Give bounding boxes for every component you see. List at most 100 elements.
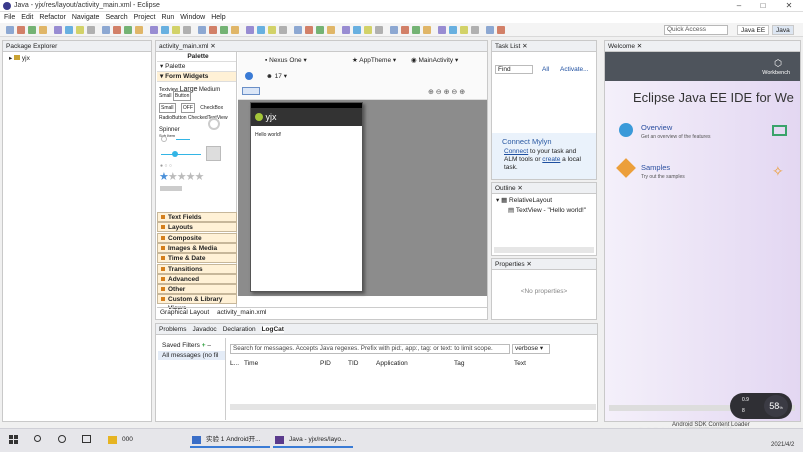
toolbar-button-icon[interactable] xyxy=(342,26,350,34)
logcat-column-header[interactable]: Time xyxy=(244,360,258,367)
tab-xml-source[interactable]: activity_main.xml xyxy=(214,309,269,316)
outline-tab[interactable]: Outline ✕ xyxy=(492,183,596,194)
toolbar-button-icon[interactable] xyxy=(449,26,457,34)
task-find-input[interactable]: Find xyxy=(495,65,533,74)
task-list-tab[interactable]: Task List ✕ xyxy=(492,41,596,52)
toolbar-button-icon[interactable] xyxy=(279,26,287,34)
toolbar-button-icon[interactable] xyxy=(65,26,73,34)
toggle-bar[interactable] xyxy=(160,186,182,191)
toolbar-button-icon[interactable] xyxy=(497,26,505,34)
windows-start-icon[interactable] xyxy=(9,435,18,444)
samples-link[interactable]: Samples xyxy=(641,163,670,172)
toolbar-button-icon[interactable] xyxy=(471,26,479,34)
editor-tab-activity-main[interactable]: activity_main.xml ✕ xyxy=(156,41,487,52)
logcat-search-input[interactable]: Search for messages. Accepts Java regexe… xyxy=(230,344,510,354)
logcat-column-header[interactable]: Tag xyxy=(454,360,464,367)
logcat-scrollbar[interactable] xyxy=(230,404,596,410)
toolbar-button-icon[interactable] xyxy=(124,26,132,34)
logcat-column-header[interactable]: TID xyxy=(348,360,358,367)
cortana-icon[interactable] xyxy=(58,435,66,443)
toolbar-button-icon[interactable] xyxy=(87,26,95,34)
menu-help[interactable]: Help xyxy=(211,14,225,21)
task-activate-link[interactable]: Activate... xyxy=(560,66,589,73)
toolbar-button-icon[interactable] xyxy=(486,26,494,34)
outline-root[interactable]: ▾ ▦ RelativeLayout xyxy=(492,194,596,206)
all-messages-filter[interactable]: All messages (no fil xyxy=(158,351,225,360)
toolbar-button-icon[interactable] xyxy=(76,26,84,34)
quick-access-input[interactable]: Quick Access xyxy=(664,25,728,35)
workbench-link[interactable]: Workbench xyxy=(762,70,790,76)
project-item-yjx[interactable]: ▸ yjx xyxy=(3,52,151,62)
overview-link[interactable]: Overview xyxy=(641,123,672,132)
samples-icon[interactable] xyxy=(616,158,636,178)
task-view-icon[interactable] xyxy=(82,435,91,443)
api-level-dropdown[interactable]: ☻ 17 ▾ xyxy=(266,72,287,80)
connect-link[interactable]: Connect xyxy=(504,148,528,155)
toolbar-button-icon[interactable] xyxy=(268,26,276,34)
seekbar-widget[interactable] xyxy=(161,154,201,155)
toolbar-button-icon[interactable] xyxy=(198,26,206,34)
toolbar-button-icon[interactable] xyxy=(257,26,265,34)
close-icon[interactable]: ✕ xyxy=(780,1,798,11)
toolbar-button-icon[interactable] xyxy=(172,26,180,34)
palette-category[interactable]: Time & Date xyxy=(157,253,237,264)
bottom-tab-declaration[interactable]: Declaration xyxy=(223,326,256,333)
outline-scrollbar[interactable] xyxy=(494,247,594,253)
progress-circle-icon[interactable] xyxy=(208,118,220,130)
progress-bar-widget[interactable] xyxy=(176,139,190,140)
toolbar-button-icon[interactable] xyxy=(150,26,158,34)
logcat-column-header[interactable]: L... xyxy=(230,360,239,367)
toolbar-button-icon[interactable] xyxy=(412,26,420,34)
toolbar-button-icon[interactable] xyxy=(113,26,121,34)
create-link[interactable]: create xyxy=(542,156,560,163)
outline-child[interactable]: ▤ TextView - "Hello world!" xyxy=(492,206,596,214)
remove-filter-icon[interactable]: – xyxy=(207,342,211,349)
tab-graphical-layout[interactable]: Graphical Layout xyxy=(157,309,213,316)
toolbar-button-icon[interactable] xyxy=(353,26,361,34)
hello-textview[interactable]: Hello world! xyxy=(251,126,362,144)
toolbar-button-icon[interactable] xyxy=(375,26,383,34)
toolbar-button-icon[interactable] xyxy=(6,26,14,34)
toolbar-button-icon[interactable] xyxy=(220,26,228,34)
toolbar-button-icon[interactable] xyxy=(364,26,372,34)
widget-sizes-row[interactable]: Textview Large Medium Small Button xyxy=(157,82,236,103)
search-icon[interactable] xyxy=(34,435,41,442)
toolbar-button-icon[interactable] xyxy=(39,26,47,34)
menu-navigate[interactable]: Navigate xyxy=(72,14,100,21)
bottom-tab-javadoc[interactable]: Javadoc xyxy=(192,326,216,333)
menu-file[interactable]: File xyxy=(4,14,15,21)
theme-dropdown[interactable]: ★ AppTheme ▾ xyxy=(352,56,396,64)
taskbar-item[interactable]: Java - yjx/res/layo... xyxy=(273,432,353,448)
palette-category[interactable]: Composite xyxy=(157,232,237,243)
palette-category[interactable]: Custom & Library Views xyxy=(157,294,237,312)
toolbar-button-icon[interactable] xyxy=(316,26,324,34)
perspective-java[interactable]: Java xyxy=(772,25,794,35)
layout-actions[interactable] xyxy=(242,87,260,95)
whats-new-icon[interactable]: ✧ xyxy=(772,163,784,180)
welcome-tab[interactable]: Welcome ✕ xyxy=(605,41,800,52)
zoom-controls[interactable]: ⊕ ⊖ ⊕ ⊖ ⊕ xyxy=(428,88,465,96)
toolbar-button-icon[interactable] xyxy=(161,26,169,34)
palette-category[interactable]: Layouts xyxy=(157,222,237,233)
toolbar-button-icon[interactable] xyxy=(305,26,313,34)
palette-category[interactable]: Other xyxy=(157,284,237,295)
package-explorer-tab[interactable]: Package Explorer xyxy=(3,41,151,52)
device-dropdown[interactable]: ▪ Nexus One ▾ xyxy=(265,56,307,64)
progress-small-icon[interactable] xyxy=(161,136,167,142)
toolbar-button-icon[interactable] xyxy=(327,26,335,34)
minimize-icon[interactable]: – xyxy=(730,1,748,11)
radio-row[interactable]: RadioButton CheckedTextView xyxy=(157,113,236,123)
menu-refactor[interactable]: Refactor xyxy=(39,14,65,21)
small-widgets-row[interactable]: Small OFF CheckBox xyxy=(157,103,236,113)
logcat-column-header[interactable]: Text xyxy=(514,360,526,367)
toolbar-button-icon[interactable] xyxy=(209,26,217,34)
locale-icon[interactable] xyxy=(245,72,253,80)
menu-project[interactable]: Project xyxy=(134,14,156,21)
toolbar-button-icon[interactable] xyxy=(28,26,36,34)
palette-category[interactable]: Transitions xyxy=(157,263,237,274)
toolbar-button-icon[interactable] xyxy=(54,26,62,34)
taskbar-item[interactable]: 000 xyxy=(106,432,166,448)
toolbar-button-icon[interactable] xyxy=(135,26,143,34)
menu-run[interactable]: Run xyxy=(161,14,174,21)
toolbar-button-icon[interactable] xyxy=(401,26,409,34)
